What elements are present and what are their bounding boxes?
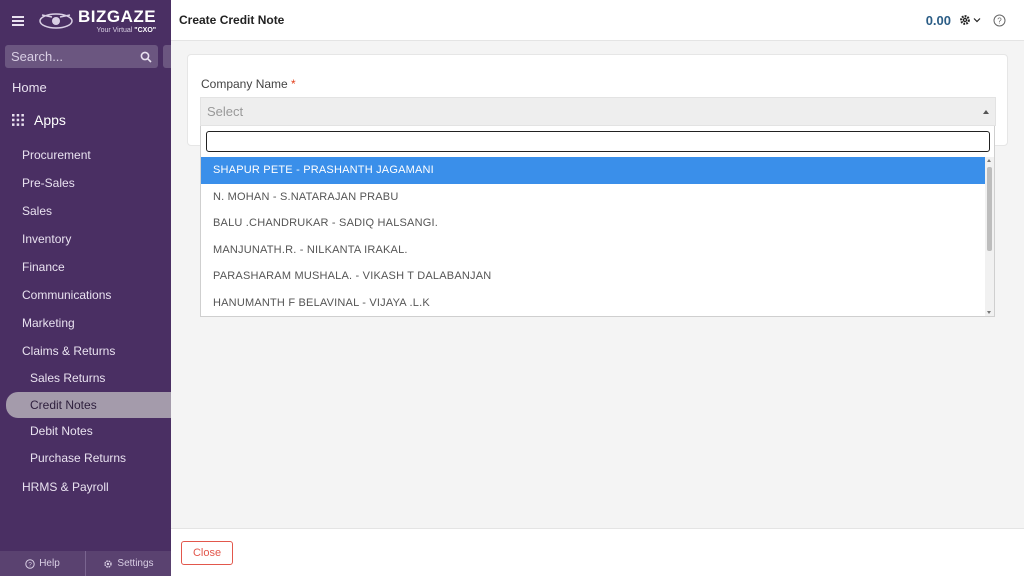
logo-eye-icon: [39, 13, 73, 29]
help-circle-icon: ?: [25, 558, 35, 569]
dropdown-list: SHAPUR PETE - PRASHANTH JAGAMANI N. MOHA…: [201, 157, 986, 316]
required-marker: *: [291, 77, 296, 91]
help-button[interactable]: ? Help: [0, 551, 86, 576]
nav-sub-purchase-returns[interactable]: Purchase Returns: [0, 445, 171, 472]
nav-apps-label: Apps: [34, 112, 66, 128]
nav-item-communications[interactable]: Communications: [0, 281, 171, 309]
nav-sub-credit-notes[interactable]: Credit Notes: [6, 391, 171, 418]
dropdown-option[interactable]: HANUMANTH F BELAVINAL - VIJAYA .L.K: [201, 290, 986, 317]
sidebar: BIZGAZE Your Virtual "CXO" Home Apps Pro…: [0, 0, 171, 576]
nav-home[interactable]: Home: [0, 68, 171, 102]
company-dropdown: SHAPUR PETE - PRASHANTH JAGAMANI N. MOHA…: [200, 126, 995, 317]
dropdown-option[interactable]: PARASHARAM MUSHALA. - VIKASH T DALABANJA…: [201, 263, 986, 290]
settings-label: Settings: [117, 558, 154, 569]
nav-apps[interactable]: Apps: [0, 102, 171, 138]
header: Create Credit Note 0.00 ?: [171, 0, 1024, 41]
search-box: [5, 45, 158, 68]
dropdown-option[interactable]: BALU .CHANDRUKAR - SADIQ HALSANGI.: [201, 210, 986, 237]
sidebar-footer: ? Help Settings: [0, 551, 171, 576]
help-label: Help: [39, 558, 60, 569]
menu-icon[interactable]: [12, 16, 24, 26]
main-panel: Create Credit Note 0.00 ? Company Name *…: [171, 0, 1024, 576]
nav-item-finance[interactable]: Finance: [0, 253, 171, 281]
dropdown-search-input[interactable]: [207, 132, 989, 151]
logo[interactable]: BIZGAZE Your Virtual "CXO": [38, 8, 156, 34]
nav-item-procurement[interactable]: Procurement: [0, 141, 171, 169]
nav-sub-debit-notes[interactable]: Debit Notes: [0, 418, 171, 445]
page-title: Create Credit Note: [179, 13, 285, 27]
nav-item-hrms-payroll[interactable]: HRMS & Payroll: [0, 473, 171, 501]
dropdown-option[interactable]: MANJUNATH.R. - NILKANTA IRAKAL.: [201, 237, 986, 264]
settings-button[interactable]: Settings: [86, 551, 171, 576]
dropdown-scrollbar[interactable]: [985, 157, 994, 316]
search-input[interactable]: [11, 49, 140, 64]
scroll-thumb[interactable]: [987, 167, 992, 251]
dropdown-search: [206, 131, 990, 152]
close-button[interactable]: Close: [181, 541, 233, 565]
company-select[interactable]: Select: [200, 97, 996, 126]
svg-text:?: ?: [28, 561, 32, 568]
help-icon[interactable]: ?: [993, 14, 1006, 27]
search-side-tab[interactable]: [163, 45, 171, 68]
sidebar-search: [0, 42, 171, 68]
logo-tagline: Your Virtual "CXO": [96, 27, 157, 34]
gear-icon: [104, 559, 113, 568]
sidebar-topbar: BIZGAZE Your Virtual "CXO": [0, 0, 171, 42]
nav-sub-sales-returns[interactable]: Sales Returns: [0, 365, 171, 392]
grid-icon: [12, 114, 24, 126]
nav-item-marketing[interactable]: Marketing: [0, 309, 171, 337]
nav-item-inventory[interactable]: Inventory: [0, 225, 171, 253]
scroll-down-icon[interactable]: [987, 311, 991, 314]
nav-item-pre-sales[interactable]: Pre-Sales: [0, 169, 171, 197]
dropdown-option[interactable]: SHAPUR PETE - PRASHANTH JAGAMANI: [201, 157, 986, 184]
scroll-up-icon[interactable]: [987, 159, 991, 162]
dropdown-option[interactable]: N. MOHAN - S.NATARAJAN PRABU: [201, 184, 986, 211]
chevron-down-icon[interactable]: [973, 16, 981, 24]
footer-bar: Close: [171, 528, 1024, 576]
caret-up-icon: [983, 109, 989, 114]
company-select-value: Select: [207, 104, 244, 119]
amount-total: 0.00: [925, 12, 951, 28]
nav-item-sales[interactable]: Sales: [0, 197, 171, 225]
company-name-label: Company Name *: [201, 77, 296, 91]
logo-brand: BIZGAZE: [78, 7, 157, 26]
svg-text:?: ?: [997, 16, 1002, 25]
search-icon[interactable]: [140, 51, 152, 63]
nav-item-claims-returns[interactable]: Claims & Returns: [0, 337, 171, 365]
gear-icon[interactable]: [959, 14, 971, 26]
